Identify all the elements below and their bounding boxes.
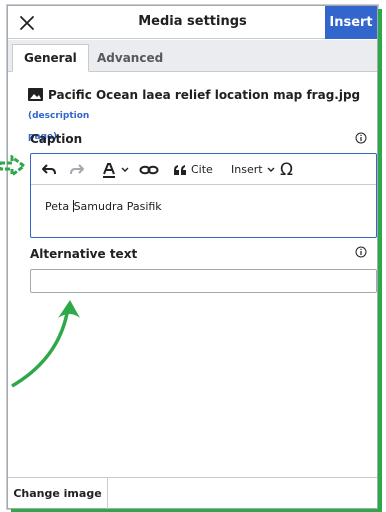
description-page-link[interactable]: (description <box>28 111 89 121</box>
annotation-curved-arrow-icon <box>11 300 80 388</box>
cite-label: Cite <box>191 163 213 176</box>
caption-toolbar: Cite Insert Ω <box>31 154 376 185</box>
link-button[interactable] <box>139 154 159 185</box>
caption-text-before: Peta <box>45 200 73 213</box>
caption-label: Caption <box>30 132 83 146</box>
caption-text-after: Samudra Pasifik <box>73 200 162 213</box>
caption-input[interactable]: Peta Samudra Pasifik <box>45 200 162 213</box>
alt-text-label: Alternative text <box>30 247 138 261</box>
tab-advanced[interactable]: Advanced <box>86 44 174 72</box>
file-name: Pacific Ocean laea relief location map f… <box>48 88 361 102</box>
insert-button[interactable]: Insert <box>325 6 377 39</box>
caption-info-icon[interactable] <box>355 132 367 144</box>
omega-icon: Ω <box>280 159 293 180</box>
caption-editor: Cite Insert Ω Peta Samudra Pasifik <box>30 153 377 238</box>
redo-icon <box>70 163 84 174</box>
image-icon <box>28 88 43 101</box>
undo-button[interactable] <box>41 154 57 185</box>
media-settings-dialog: Media settings Insert General Advanced P… <box>7 5 378 509</box>
quote-icon <box>174 164 186 175</box>
dialog-header: Media settings Insert <box>8 6 377 39</box>
tab-bar: General Advanced <box>8 40 377 72</box>
change-image-button[interactable]: Change image <box>8 478 108 509</box>
undo-icon <box>42 163 56 174</box>
text-style-icon <box>103 162 115 178</box>
link-icon <box>139 165 159 174</box>
special-character-button[interactable]: Ω <box>280 154 293 185</box>
annotation-arrow-right-icon <box>0 155 26 177</box>
alt-text-input[interactable] <box>30 269 377 293</box>
chevron-down-icon <box>267 167 275 172</box>
insert-menu-button[interactable]: Insert <box>231 154 276 185</box>
cite-button[interactable]: Cite <box>173 154 213 185</box>
dialog-footer: Change image <box>8 477 377 509</box>
redo-button[interactable] <box>69 154 85 185</box>
text-style-button[interactable] <box>101 154 130 185</box>
insert-menu-label: Insert <box>231 163 263 176</box>
dialog-title: Media settings <box>138 14 247 29</box>
alt-text-info-icon[interactable] <box>355 246 367 258</box>
tab-general[interactable]: General <box>12 44 89 72</box>
chevron-down-icon <box>121 167 129 172</box>
